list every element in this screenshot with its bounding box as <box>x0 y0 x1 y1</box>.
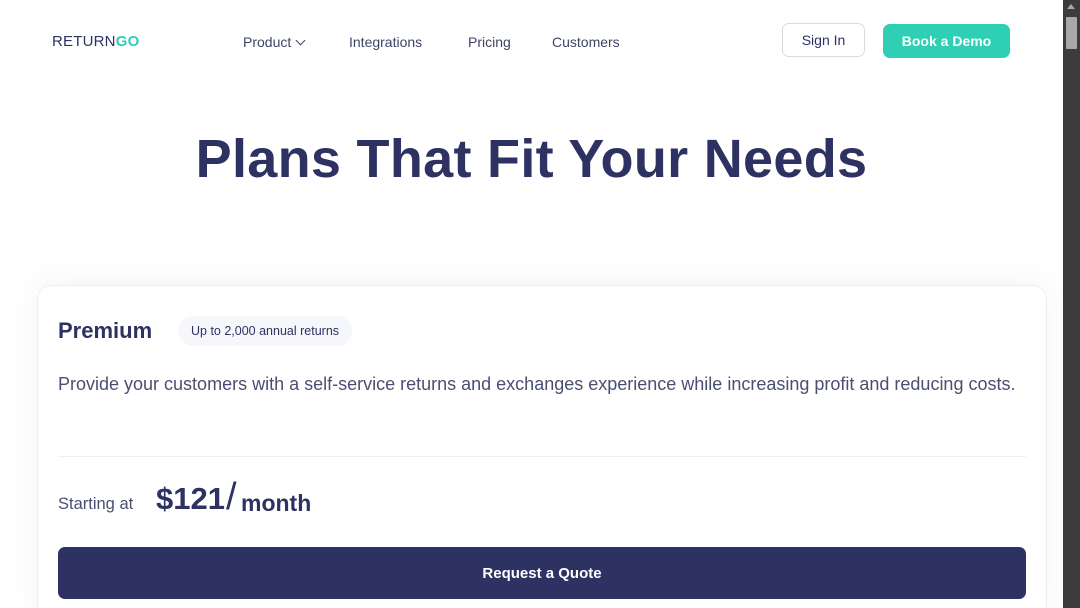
book-demo-button[interactable]: Book a Demo <box>883 24 1010 58</box>
nav-item-product-label: Product <box>243 34 292 50</box>
starting-at-label: Starting at <box>58 495 134 513</box>
nav-item-customers[interactable]: Customers <box>552 34 620 50</box>
plan-name: Premium <box>58 318 153 343</box>
nav-item-customers-label: Customers <box>552 34 620 50</box>
nav-item-integrations-label: Integrations <box>349 34 423 50</box>
plan-description: Provide your customers with a self-servi… <box>58 374 1016 394</box>
nav-item-product[interactable]: Product <box>243 34 306 50</box>
nav-item-pricing[interactable]: Pricing <box>468 34 511 50</box>
logo-text-go: GO <box>115 33 140 50</box>
logo-text-return: RETURN <box>52 33 116 50</box>
returngo-logo[interactable]: RETURN GO <box>52 33 139 50</box>
chevron-down-icon <box>295 35 306 45</box>
scroll-up-arrow-icon[interactable] <box>1067 4 1075 9</box>
page-title: Plans That Fit Your Needs <box>195 129 868 189</box>
vertical-scrollbar[interactable] <box>1063 0 1080 608</box>
nav-item-integrations[interactable]: Integrations <box>349 34 422 50</box>
card-divider <box>58 456 1026 457</box>
sign-in-button[interactable]: Sign In <box>782 23 865 57</box>
scrollbar-thumb[interactable] <box>1066 17 1077 49</box>
price-amount: $121 <box>156 481 225 516</box>
plan-card-premium: Premium Up to 2,000 annual returns Provi… <box>37 285 1047 608</box>
plan-limit-badge: Up to 2,000 annual returns <box>178 316 353 346</box>
request-quote-button[interactable]: Request a Quote <box>58 547 1026 599</box>
pricing-page: RETURN GO Product Integrations Pricing Cu… <box>0 0 1063 608</box>
price-period: month <box>241 490 312 516</box>
nav-item-pricing-label: Pricing <box>468 34 511 50</box>
price-slash: / <box>226 476 237 518</box>
